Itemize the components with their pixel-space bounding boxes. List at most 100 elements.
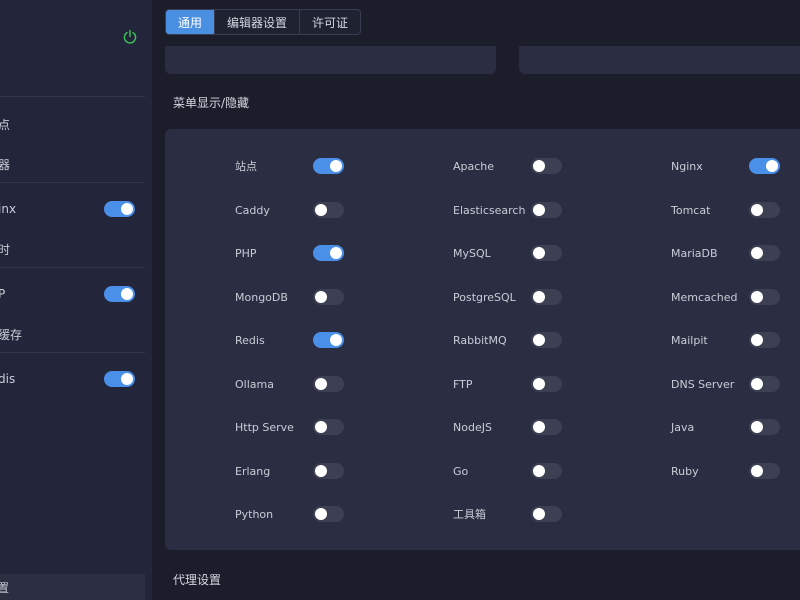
toggle-knob <box>533 334 545 346</box>
sidebar-redis-toggle[interactable] <box>104 371 135 387</box>
menu-toggle-mariadb[interactable] <box>749 245 780 261</box>
toggle-knob <box>315 291 327 303</box>
menu-toggle-elasticsearch[interactable] <box>531 202 562 218</box>
menu-item-label: Mailpit <box>671 333 708 347</box>
sidebar-item-settings[interactable]: 置 <box>0 574 145 600</box>
sidebar-item-label: 缓存 <box>0 327 23 342</box>
menu-item-label: FTP <box>453 377 473 391</box>
sidebar: 点 器 inx 时 P 缓存 dis 置 <box>0 0 153 600</box>
tab-editor-settings[interactable]: 编辑器设置 <box>215 10 301 34</box>
proxy-settings-title: 代理设置 <box>173 573 222 587</box>
menu-toggle-mysql[interactable] <box>531 245 562 261</box>
sidebar-item-redis[interactable]: dis <box>0 359 145 399</box>
menu-toggle-java[interactable] <box>749 419 780 435</box>
sidebar-item-label: 器 <box>0 157 11 172</box>
sidebar-item-nginx[interactable]: inx <box>0 189 145 229</box>
menu-item-label: Caddy <box>235 203 270 217</box>
menu-toggle-caddy[interactable] <box>313 202 344 218</box>
sidebar-item-site[interactable]: 点 <box>0 104 145 144</box>
sidebar-item-cache[interactable]: 缓存 <box>0 314 145 354</box>
menu-item-label: Ollama <box>235 377 274 391</box>
menu-toggle-apache[interactable] <box>531 158 562 174</box>
menu-toggle-php[interactable] <box>313 245 344 261</box>
settings-tabs: 通用 编辑器设置 许可证 <box>165 9 362 35</box>
menu-item-label: NodeJS <box>453 420 492 434</box>
sidebar-nginx-toggle[interactable] <box>104 201 135 217</box>
toggle-knob <box>751 421 763 433</box>
sidebar-item-label: 点 <box>0 117 11 132</box>
toggle-knob <box>751 247 763 259</box>
menu-item-label: 站点 <box>235 160 257 173</box>
toggle-knob <box>315 421 327 433</box>
toggle-knob <box>533 465 545 477</box>
menu-item-label: MariaDB <box>671 246 718 260</box>
sidebar-divider <box>0 352 145 353</box>
settings-card <box>165 46 496 74</box>
tab-general[interactable]: 通用 <box>166 10 216 34</box>
menu-toggle-erlang[interactable] <box>313 463 344 479</box>
menu-item-label: Erlang <box>235 464 271 478</box>
toggle-knob <box>766 160 778 172</box>
sidebar-item-label: inx <box>0 202 17 216</box>
toggle-knob <box>121 373 133 385</box>
menu-item-label: Nginx <box>671 159 703 173</box>
menu-item-label: Ruby <box>671 464 699 478</box>
menu-visibility-panel: 站点 Apache Nginx Caddy Elasticsearch Tomcat PHP… <box>165 129 800 550</box>
menu-toggle-redis[interactable] <box>313 332 344 348</box>
sidebar-divider <box>0 267 145 268</box>
sidebar-item-label: dis <box>0 372 16 386</box>
menu-item-label: Http Serve <box>235 420 294 434</box>
menu-toggle-postgresql[interactable] <box>531 289 562 305</box>
menu-item-label: MongoDB <box>235 290 288 304</box>
menu-visibility-title: 菜单显示/隐藏 <box>173 96 250 110</box>
menu-item-label: Redis <box>235 333 265 347</box>
sidebar-item-label: 置 <box>0 580 10 595</box>
menu-toggle-ftp[interactable] <box>531 376 562 392</box>
toggle-knob <box>330 160 342 172</box>
tab-license[interactable]: 许可证 <box>300 10 360 34</box>
sidebar-item-label: P <box>0 287 6 301</box>
menu-toggle-rabbitmq[interactable] <box>531 332 562 348</box>
toggle-knob <box>315 204 327 216</box>
menu-item-label: Java <box>671 420 695 434</box>
sidebar-php-toggle[interactable] <box>104 286 135 302</box>
menu-toggle-nodejs[interactable] <box>531 419 562 435</box>
menu-item-label: Tomcat <box>671 203 711 217</box>
menu-toggle-ruby[interactable] <box>749 463 780 479</box>
toggle-knob <box>751 291 763 303</box>
toggle-knob <box>751 465 763 477</box>
power-icon[interactable] <box>122 29 138 45</box>
toggle-knob <box>533 247 545 259</box>
menu-toggle-dns-server[interactable] <box>749 376 780 392</box>
sidebar-item-label: 时 <box>0 242 11 257</box>
toggle-knob <box>533 378 545 390</box>
menu-toggle-mailpit[interactable] <box>749 332 780 348</box>
menu-toggle-item-0[interactable] <box>313 158 344 174</box>
menu-toggle-item-25[interactable] <box>531 506 562 522</box>
menu-toggle-ollama[interactable] <box>313 376 344 392</box>
sidebar-item-php[interactable]: P <box>0 274 145 314</box>
toggle-knob <box>533 291 545 303</box>
menu-toggle-http-serve[interactable] <box>313 419 344 435</box>
sidebar-item-scheduler[interactable]: 时 <box>0 229 145 269</box>
menu-toggle-go[interactable] <box>531 463 562 479</box>
menu-item-label: PostgreSQL <box>453 290 516 304</box>
toggle-knob <box>121 203 133 215</box>
menu-item-label: PHP <box>235 246 257 260</box>
settings-card <box>519 46 800 74</box>
menu-toggle-mongodb[interactable] <box>313 289 344 305</box>
menu-toggle-nginx[interactable] <box>749 158 780 174</box>
toggle-knob <box>751 378 763 390</box>
toggle-knob <box>121 288 133 300</box>
menu-toggle-tomcat[interactable] <box>749 202 780 218</box>
menu-item-label: Apache <box>453 159 495 173</box>
toggle-knob <box>751 204 763 216</box>
toggle-knob <box>315 465 327 477</box>
menu-item-label: Elasticsearch <box>453 203 526 217</box>
menu-toggle-python[interactable] <box>313 506 344 522</box>
menu-toggle-memcached[interactable] <box>749 289 780 305</box>
toggle-knob <box>330 247 342 259</box>
toggle-knob <box>315 508 327 520</box>
sidebar-divider <box>0 96 145 97</box>
sidebar-item-tools[interactable]: 器 <box>0 144 145 184</box>
